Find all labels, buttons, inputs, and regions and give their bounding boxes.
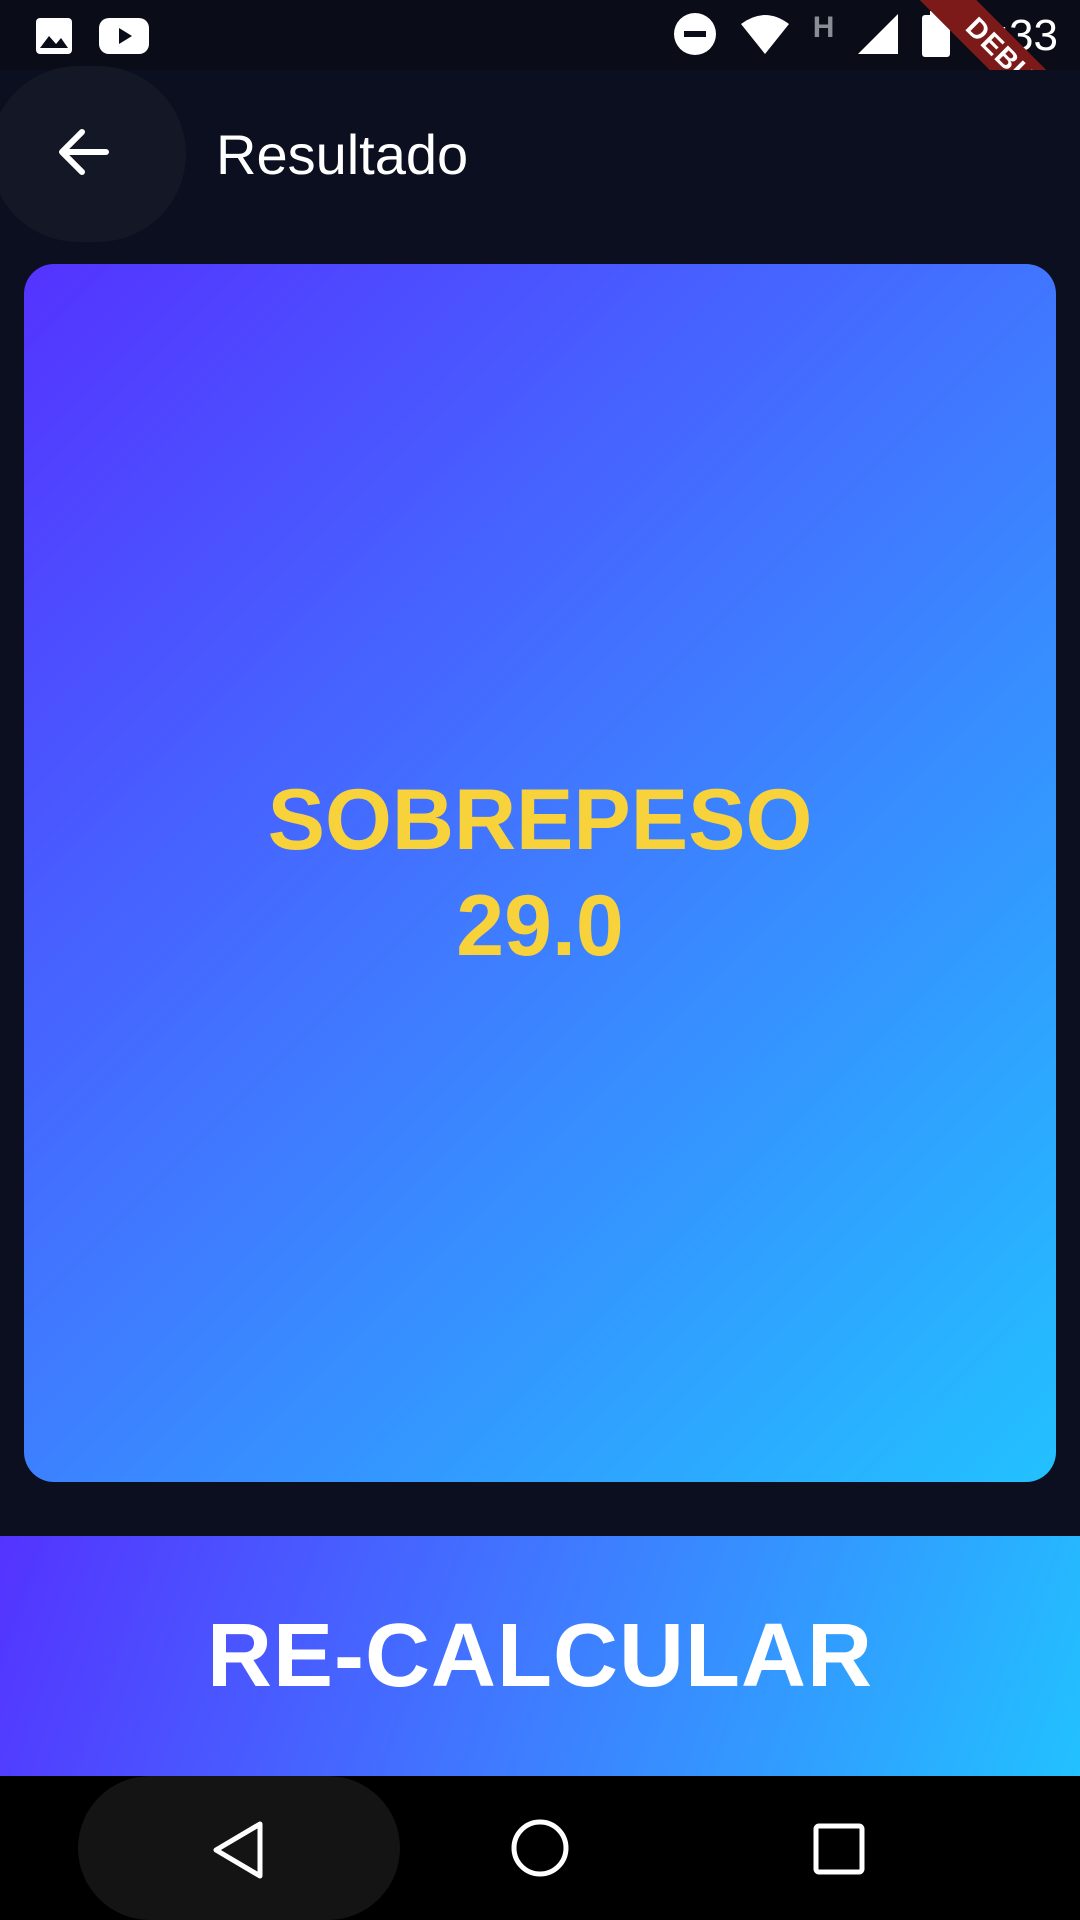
nav-recents-button[interactable] bbox=[812, 1822, 866, 1881]
result-value: 29.0 bbox=[456, 878, 624, 974]
image-icon bbox=[34, 16, 74, 61]
battery-icon bbox=[922, 10, 951, 62]
do-not-disturb-icon bbox=[673, 12, 717, 61]
nav-home-button[interactable] bbox=[510, 1818, 570, 1883]
youtube-icon bbox=[98, 16, 150, 61]
cell-signal-icon bbox=[856, 12, 900, 61]
recalculate-button-label: RE-CALCULAR bbox=[207, 1605, 873, 1706]
result-card: SOBREPESO 29.0 bbox=[24, 264, 1056, 1482]
status-right-icons: H 2:33 bbox=[673, 10, 1058, 62]
home-circle-icon bbox=[511, 1819, 569, 1877]
nav-back-button[interactable] bbox=[210, 1820, 266, 1885]
back-triangle-icon bbox=[213, 1821, 263, 1879]
back-button[interactable] bbox=[0, 66, 186, 242]
status-time: 2:33 bbox=[972, 11, 1058, 60]
status-left-icons bbox=[34, 16, 150, 61]
recalculate-button[interactable]: RE-CALCULAR bbox=[0, 1536, 1080, 1776]
page-title: Resultado bbox=[216, 123, 469, 186]
system-nav-bar bbox=[0, 1776, 1080, 1920]
result-label: SOBREPESO bbox=[267, 772, 813, 868]
h-network-icon: H bbox=[812, 11, 835, 44]
app-bar: Resultado bbox=[0, 66, 1080, 246]
recents-square-icon bbox=[813, 1823, 865, 1875]
wifi-icon bbox=[739, 12, 791, 61]
status-bar: H 2:33 bbox=[0, 0, 1080, 70]
arrow-back-icon bbox=[59, 129, 109, 175]
